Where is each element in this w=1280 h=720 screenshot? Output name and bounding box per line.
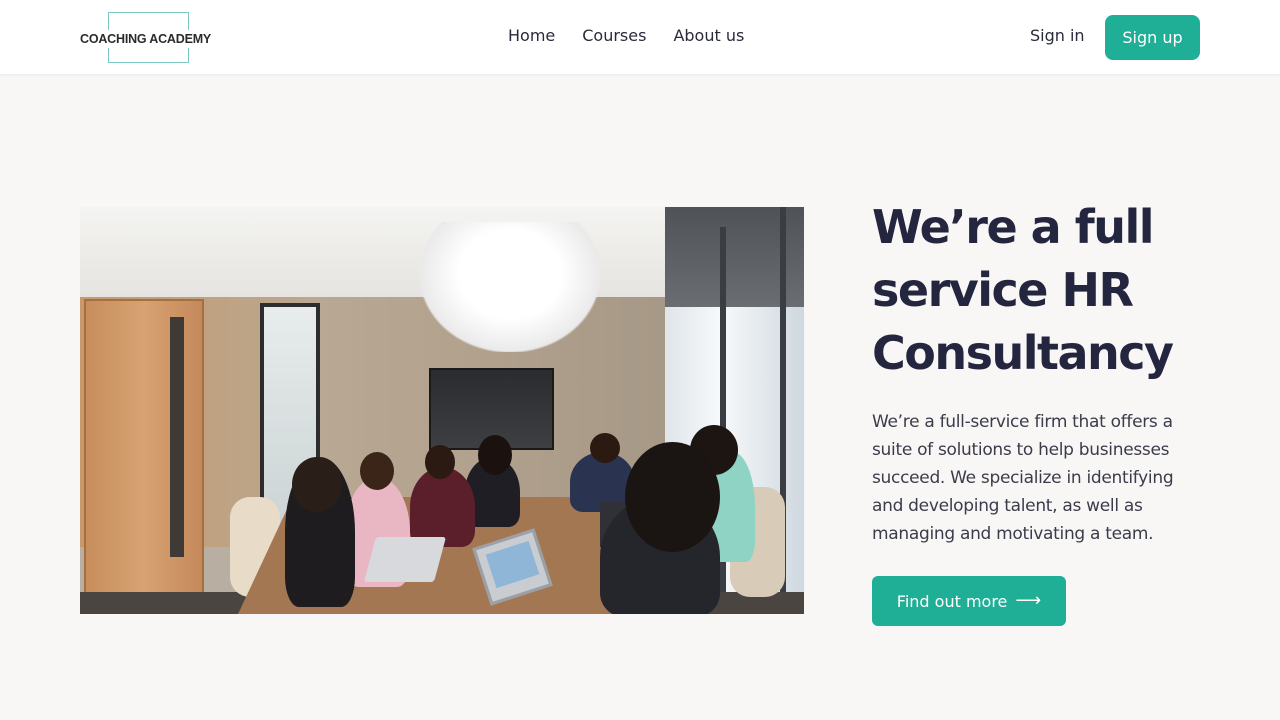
- site-header: COACHING ACADEMY Home Courses About us S…: [0, 0, 1280, 74]
- find-out-more-label: Find out more: [896, 591, 1008, 611]
- photo-door-window: [170, 317, 184, 557]
- hero-title: We’re a full service HR Consultancy: [872, 200, 1174, 380]
- photo-person-head: [590, 433, 620, 463]
- photo-person-head: [478, 435, 512, 475]
- photo-person: [410, 467, 475, 547]
- logo-text: COACHING ACADEMY: [80, 30, 220, 48]
- photo-person-head: [292, 457, 342, 512]
- nav-item-home[interactable]: Home: [508, 25, 555, 47]
- nav-item-about-us[interactable]: About us: [673, 25, 744, 47]
- sign-in-link[interactable]: Sign in: [1030, 25, 1085, 47]
- photo-person-head: [425, 445, 455, 479]
- photo-person-head: [625, 442, 720, 552]
- sign-up-button[interactable]: Sign up: [1105, 15, 1200, 60]
- main-nav: Home Courses About us: [508, 25, 744, 47]
- arrow-right-icon: ⟶: [1015, 590, 1042, 611]
- nav-item-courses[interactable]: Courses: [582, 25, 646, 47]
- hero-image: [80, 207, 804, 614]
- photo-door: [84, 299, 204, 599]
- logo[interactable]: COACHING ACADEMY: [80, 12, 220, 63]
- photo-person-head: [360, 452, 394, 490]
- photo-pendant-lamp: [420, 222, 600, 352]
- photo-laptop: [363, 537, 447, 582]
- hero-description: We’re a full-service firm that offers a …: [872, 412, 1174, 544]
- find-out-more-button[interactable]: Find out more ⟶: [872, 576, 1066, 626]
